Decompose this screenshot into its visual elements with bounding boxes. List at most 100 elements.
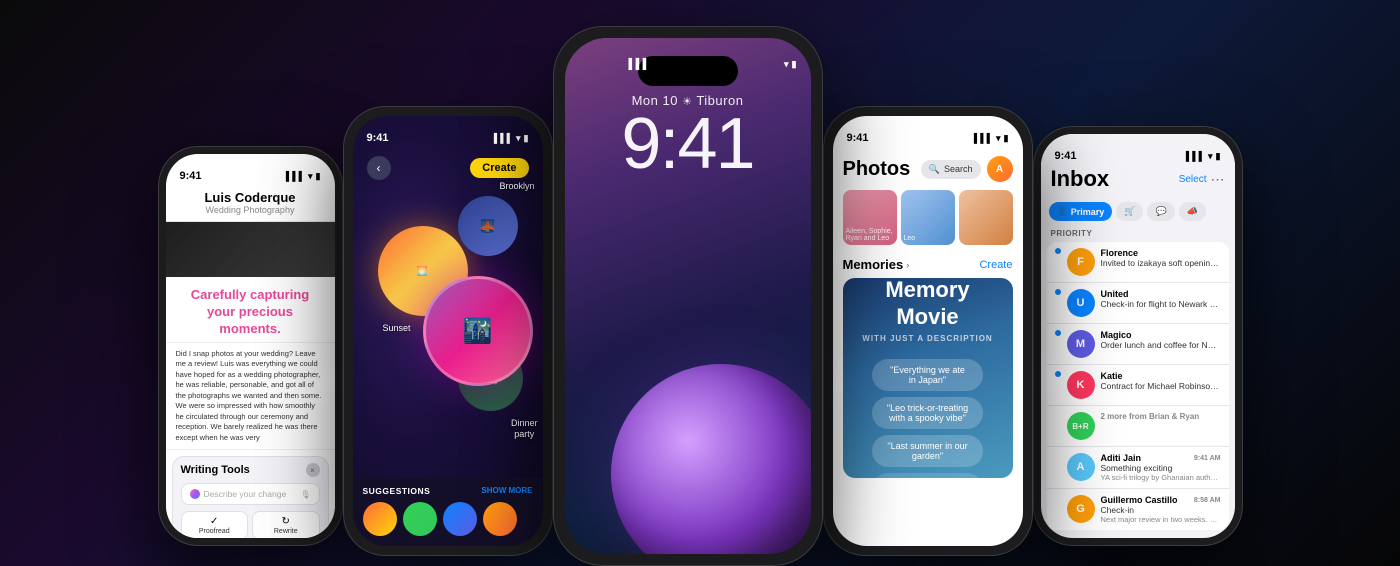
writing-tools-close-button[interactable]: × xyxy=(306,463,320,477)
signal-icon: ▌▌▌ xyxy=(1186,151,1205,161)
memory-movie-card[interactable]: Create a Memory Movie WITH JUST A DESCRI… xyxy=(843,278,1013,478)
suggestion-avatar-4[interactable] xyxy=(483,502,517,536)
sender-name: Aditi Jain 9:41 AM xyxy=(1101,453,1221,463)
suggestion-avatars xyxy=(363,502,533,536)
main-bubble[interactable]: 🌃 xyxy=(423,276,533,386)
phone2-screen: 9:41 ▌▌▌ ▾ ▮ ‹ Create 🌅 🌃 xyxy=(353,116,543,546)
mood-background: 9:41 ▌▌▌ ▾ ▮ ‹ Create 🌅 🌃 xyxy=(353,116,543,546)
suggestions-label: SUGGESTIONS xyxy=(363,486,431,496)
primary-label: Primary xyxy=(1071,207,1105,217)
mail-item[interactable]: M Magico Order lunch and coffee for Neet… xyxy=(1047,324,1229,365)
show-more-button[interactable]: SHOW MORE xyxy=(481,486,532,496)
lock-screen-date: Mon 10 ☀ Tiburon xyxy=(565,93,811,108)
tab-primary[interactable]: 👤 Primary xyxy=(1049,202,1113,221)
mail-subject: Something exciting xyxy=(1101,463,1221,473)
memory-suggestion-3[interactable]: "Last summer in our garden" xyxy=(872,435,982,467)
photos-strip: Aileen, Sophie, Ryan and Leo Leo xyxy=(833,190,1023,253)
writing-tools-input[interactable]: Describe your change 🎙 xyxy=(181,483,320,505)
phone-mail: 9:41 ▌▌▌ ▾ ▮ Inbox Select ⋯ xyxy=(1033,126,1243,546)
proofread-icon: ✓ xyxy=(184,516,246,527)
suggestion-avatar-2[interactable] xyxy=(403,502,437,536)
mail-preview: YA sci-fi trilogy by Ghanaian author, Lo… xyxy=(1101,473,1221,482)
signal-icon: ▌▌▌ xyxy=(974,133,993,143)
mail-time: 9:41 AM xyxy=(1194,455,1221,462)
battery-icon: ▮ xyxy=(1004,133,1009,144)
signal-icon: ▌▌▌ xyxy=(286,171,305,181)
mail-item[interactable]: U United Check-in for flight to Newark E… xyxy=(1047,283,1229,324)
photo-item-3[interactable] xyxy=(959,190,1013,245)
apple-intelligence-icon xyxy=(190,489,200,499)
phone-mood: 9:41 ▌▌▌ ▾ ▮ ‹ Create 🌅 🌃 xyxy=(343,106,553,556)
rewrite-button[interactable]: ↻ Rewrite xyxy=(252,511,320,538)
mail-content: Aditi Jain 9:41 AM Something exciting YA… xyxy=(1101,453,1221,482)
tab-shopping[interactable]: 🛒 xyxy=(1116,202,1143,221)
wifi-icon: ▾ xyxy=(784,59,789,70)
proofread-button[interactable]: ✓ Proofread xyxy=(181,511,249,538)
photo-item-1[interactable]: Aileen, Sophie, Ryan and Leo xyxy=(843,190,897,245)
phone4-icons: ▌▌▌ ▾ ▮ xyxy=(974,133,1009,144)
avatar-initials: A xyxy=(987,156,1013,182)
sender-avatar: K xyxy=(1067,371,1095,399)
priority-label: PRIORITY xyxy=(1041,227,1235,242)
signal-icon: ▌▌▌ xyxy=(629,59,650,70)
person-icon: 👤 xyxy=(1057,206,1068,217)
sunset-label: Sunset xyxy=(383,323,411,333)
memories-title-row: Memories › xyxy=(843,257,910,272)
mail-item[interactable]: F Florence Invited to izakaya soft openi… xyxy=(1047,242,1229,283)
sender-name: United xyxy=(1101,289,1221,299)
battery-icon: ▮ xyxy=(1216,151,1221,162)
mail-header-actions: Select ⋯ xyxy=(1179,171,1225,188)
memory-suggestion-2[interactable]: "Leo trick-or-treating with a spooky vib… xyxy=(872,397,982,429)
mail-subject: Contract for Michael Robinson's book nee… xyxy=(1101,381,1221,391)
select-button[interactable]: Select xyxy=(1179,174,1207,185)
phone2-status-bar: 9:41 ▌▌▌ ▾ ▮ xyxy=(353,116,543,152)
more-button[interactable]: ⋯ xyxy=(1211,171,1225,188)
memories-create-button[interactable]: Create xyxy=(979,259,1012,271)
chevron-right-icon: › xyxy=(906,260,909,270)
describe-memory-input[interactable]: 🎙 Describe a Memory... xyxy=(872,473,982,478)
phone5-icons: ▌▌▌ ▾ ▮ xyxy=(1186,151,1221,162)
battery-icon: ▮ xyxy=(792,59,797,70)
phone2-time: 9:41 xyxy=(367,132,389,144)
input-placeholder: Describe your change xyxy=(204,489,297,499)
photos-search-button[interactable]: 🔍 Search xyxy=(921,160,981,179)
phone1-status-icons: ▌▌▌ ▾ ▮ xyxy=(286,171,321,182)
phone1-status-bar: 9:41 ▌▌▌ ▾ ▮ xyxy=(166,154,335,190)
search-icon: 🔍 xyxy=(929,164,940,175)
phone2-icons: ▌▌▌ ▾ ▮ xyxy=(494,133,529,144)
mail-group-item[interactable]: B+R 2 more from Brian & Ryan xyxy=(1047,406,1229,447)
suggestion-avatar-1[interactable] xyxy=(363,502,397,536)
photo-label-1: Aileen, Sophie, Ryan and Leo xyxy=(846,228,894,242)
photo-item-2[interactable]: Leo xyxy=(901,190,955,245)
mail-subject: Check-in for flight to Newark EWR from S… xyxy=(1101,299,1221,309)
mail-screen: 9:41 ▌▌▌ ▾ ▮ Inbox Select ⋯ xyxy=(1041,134,1235,538)
day-text: Mon 10 xyxy=(632,93,678,108)
signal-icon: ▌▌▌ xyxy=(494,133,513,143)
unread-dot xyxy=(1055,330,1061,336)
tab-messages[interactable]: 💬 xyxy=(1147,202,1174,221)
close-icon: × xyxy=(310,466,315,475)
memory-card-content: Create a Memory Movie WITH JUST A DESCRI… xyxy=(843,278,1013,478)
suggestions-header: SUGGESTIONS SHOW MORE xyxy=(363,486,533,496)
suggestion-avatar-3[interactable] xyxy=(443,502,477,536)
phone4-status-bar: 9:41 ▌▌▌ ▾ ▮ xyxy=(833,116,1023,152)
search-label: Search xyxy=(944,164,973,174)
memory-suggestion-1[interactable]: "Everything we ate in Japan" xyxy=(872,359,982,391)
photos-avatar[interactable]: A xyxy=(987,156,1013,182)
phone1-time: 9:41 xyxy=(180,170,202,182)
mail-item[interactable]: K Katie Contract for Michael Robinson's … xyxy=(1047,365,1229,406)
mail-content: Guillermo Castillo 8:58 AM Check-in Next… xyxy=(1101,495,1221,524)
group-note: 2 more from Brian & Ryan xyxy=(1101,412,1221,421)
tab-notifications[interactable]: 📣 xyxy=(1179,202,1206,221)
proofread-label: Proofread xyxy=(184,528,246,535)
wifi-icon: ▾ xyxy=(308,171,313,182)
memories-header: Memories › Create xyxy=(833,253,1023,278)
mail-content: 2 more from Brian & Ryan xyxy=(1101,412,1221,421)
phone3-icons: ▾ ▮ xyxy=(784,59,796,70)
mail-preview: Next major review in two weeks. Schedule… xyxy=(1101,515,1221,524)
hero-image xyxy=(166,222,335,277)
sender-name: Magico xyxy=(1101,330,1221,340)
mail-item[interactable]: G Guillermo Castillo 8:58 AM Check-in Ne… xyxy=(1047,489,1229,530)
mail-item[interactable]: A Aditi Jain 9:41 AM Something exciting … xyxy=(1047,447,1229,489)
brooklyn-bubble[interactable]: 🌉 xyxy=(458,196,518,256)
